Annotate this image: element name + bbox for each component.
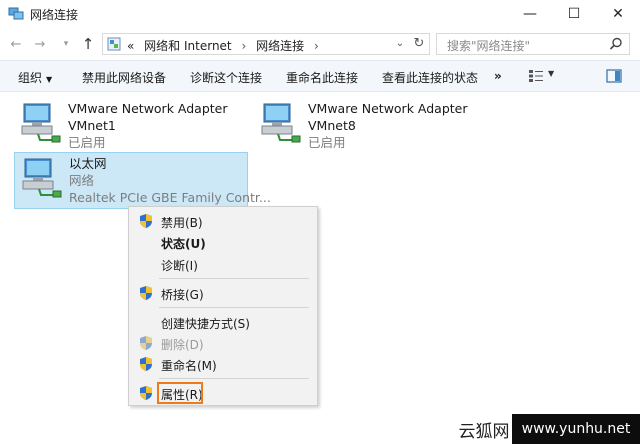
adapter-network: 网络 (69, 173, 95, 188)
network-adapter-icon (22, 158, 62, 198)
adapter-name: 以太网 (69, 156, 107, 171)
organize-button[interactable]: 组织 ▼ (18, 69, 52, 86)
menu-item-properties[interactable]: 属性(R) (129, 382, 317, 404)
watermark-brand: 云狐网 (456, 414, 512, 444)
menu-separator (159, 307, 309, 308)
more-commands-button[interactable]: » (494, 69, 502, 83)
adapter-status: 已启用 (308, 135, 346, 150)
adapter-network: VMnet1 (68, 118, 116, 133)
uac-shield-icon (140, 286, 152, 300)
command-toolbar: 组织 ▼ 禁用此网络设备 诊断这个连接 重命名此连接 查看此连接的状态 » ▼ (0, 60, 640, 92)
breadcrumb-network-internet[interactable]: 网络和 Internet (144, 39, 231, 53)
breadcrumb-overflow[interactable]: « (127, 39, 134, 53)
up-button[interactable]: ↑ (78, 34, 98, 54)
uac-shield-icon (140, 336, 152, 350)
context-menu: 禁用(B) 状态(U) 诊断(I) 桥接(G) 创建快捷方式(S) 删除(D) … (128, 206, 318, 406)
rename-connection-button[interactable]: 重命名此连接 (286, 69, 358, 86)
menu-item-create-shortcut[interactable]: 创建快捷方式(S) (129, 312, 317, 332)
menu-item-label: 状态(U) (161, 237, 206, 251)
menu-item-label: 创建快捷方式(S) (161, 317, 250, 331)
menu-item-delete: 删除(D) (129, 333, 317, 353)
adapter-vmnet8[interactable]: VMware Network Adapter VMnet8 已启用 (254, 98, 484, 152)
search-placeholder: 搜索"网络连接" (447, 39, 531, 53)
menu-item-label: 删除(D) (161, 338, 204, 352)
search-icon[interactable] (609, 37, 623, 51)
adapter-status: 已启用 (68, 135, 106, 150)
menu-item-diagnose[interactable]: 诊断(I) (129, 254, 317, 274)
change-view-icon[interactable] (528, 69, 544, 83)
caret-down-icon: ▼ (46, 75, 53, 84)
adapter-device: Realtek PCIe GBE Family Contr... (69, 190, 271, 205)
preview-pane-icon[interactable] (606, 69, 622, 83)
adapter-name: VMware Network Adapter (68, 101, 228, 116)
menu-item-status[interactable]: 状态(U) (129, 232, 317, 252)
title-bar: 网络连接 — ☐ ✕ (0, 0, 640, 28)
adapter-details: VMware Network Adapter VMnet1 已启用 (68, 100, 228, 151)
adapter-vmnet1[interactable]: VMware Network Adapter VMnet1 已启用 (14, 98, 244, 152)
breadcrumb-separator[interactable]: › (241, 39, 246, 53)
forward-button[interactable]: → (30, 34, 50, 54)
disable-device-button[interactable]: 禁用此网络设备 (82, 69, 166, 86)
adapter-details: 以太网 网络 Realtek PCIe GBE Family Contr... (69, 155, 271, 206)
back-button[interactable]: ← (6, 34, 26, 54)
maximize-button[interactable]: ☐ (552, 0, 596, 28)
watermark-url: www.yunhu.net (512, 414, 640, 444)
breadcrumb-network-connections[interactable]: 网络连接 (256, 39, 304, 53)
address-dropdown-button[interactable]: ⌄ (392, 33, 408, 53)
breadcrumb-separator[interactable]: › (314, 39, 319, 53)
view-status-button[interactable]: 查看此连接的状态 (382, 69, 478, 86)
menu-item-rename[interactable]: 重命名(M) (129, 354, 317, 374)
view-caret-icon[interactable]: ▼ (548, 69, 554, 78)
search-input[interactable]: 搜索"网络连接" (436, 33, 630, 55)
menu-item-bridge[interactable]: 桥接(G) (129, 283, 317, 303)
window-title: 网络连接 (30, 8, 79, 22)
network-adapter-icon (261, 103, 301, 143)
network-connections-icon (8, 7, 24, 20)
uac-shield-icon (140, 386, 152, 400)
network-adapter-icon (21, 103, 61, 143)
adapter-ethernet[interactable]: 以太网 网络 Realtek PCIe GBE Family Contr... (14, 152, 271, 209)
menu-separator (159, 278, 309, 279)
refresh-button[interactable]: ↻ (410, 33, 428, 53)
menu-item-disable[interactable]: 禁用(B) (129, 211, 317, 231)
menu-item-label: 重命名(M) (161, 359, 217, 373)
adapter-network: VMnet8 (308, 118, 356, 133)
uac-shield-icon (140, 214, 152, 228)
menu-item-label: 桥接(G) (161, 288, 204, 302)
menu-item-label: 禁用(B) (161, 216, 203, 230)
close-button[interactable]: ✕ (596, 0, 640, 28)
adapter-details: VMware Network Adapter VMnet8 已启用 (308, 100, 468, 151)
uac-shield-icon (140, 357, 152, 371)
breadcrumb: « 网络和 Internet › 网络连接 › (127, 37, 325, 54)
highlight-box (157, 382, 203, 404)
minimize-button[interactable]: — (508, 0, 552, 28)
recent-locations-button[interactable]: ▾ (56, 34, 76, 54)
organize-label: 组织 (18, 71, 43, 85)
adapter-name: VMware Network Adapter (308, 101, 468, 116)
menu-item-label: 诊断(I) (161, 259, 198, 273)
menu-separator (159, 378, 309, 379)
address-bar[interactable]: « 网络和 Internet › 网络连接 › (102, 33, 430, 55)
diagnose-connection-button[interactable]: 诊断这个连接 (190, 69, 262, 86)
control-panel-icon (107, 37, 121, 51)
